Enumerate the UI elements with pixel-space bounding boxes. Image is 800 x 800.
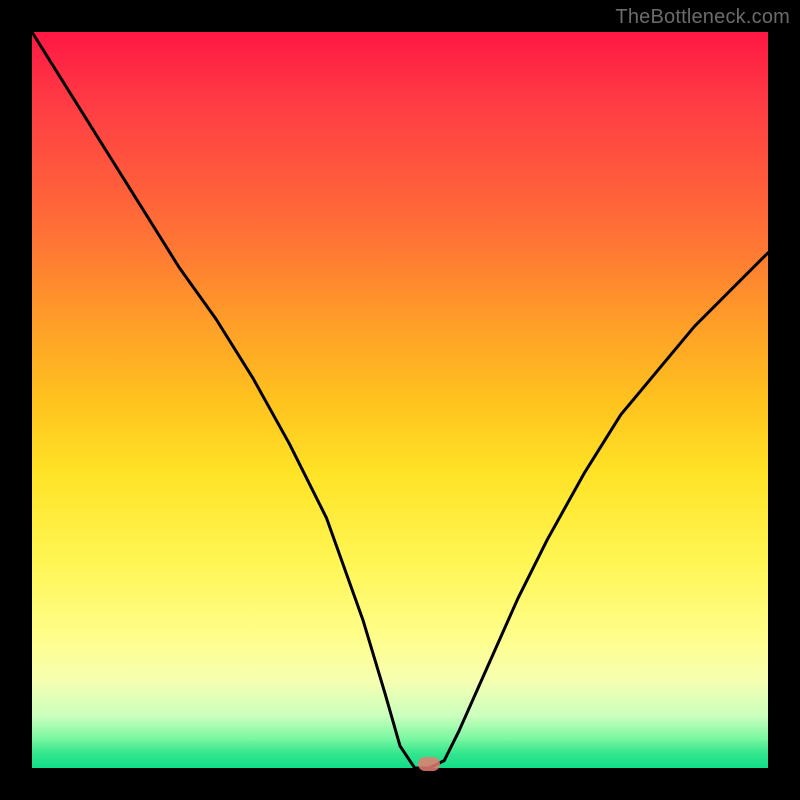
plot-area (32, 32, 768, 768)
bottleneck-curve (32, 32, 768, 768)
min-marker (418, 757, 440, 771)
chart-frame: TheBottleneck.com (0, 0, 800, 800)
watermark-text: TheBottleneck.com (615, 6, 790, 29)
curve-layer (32, 32, 768, 768)
